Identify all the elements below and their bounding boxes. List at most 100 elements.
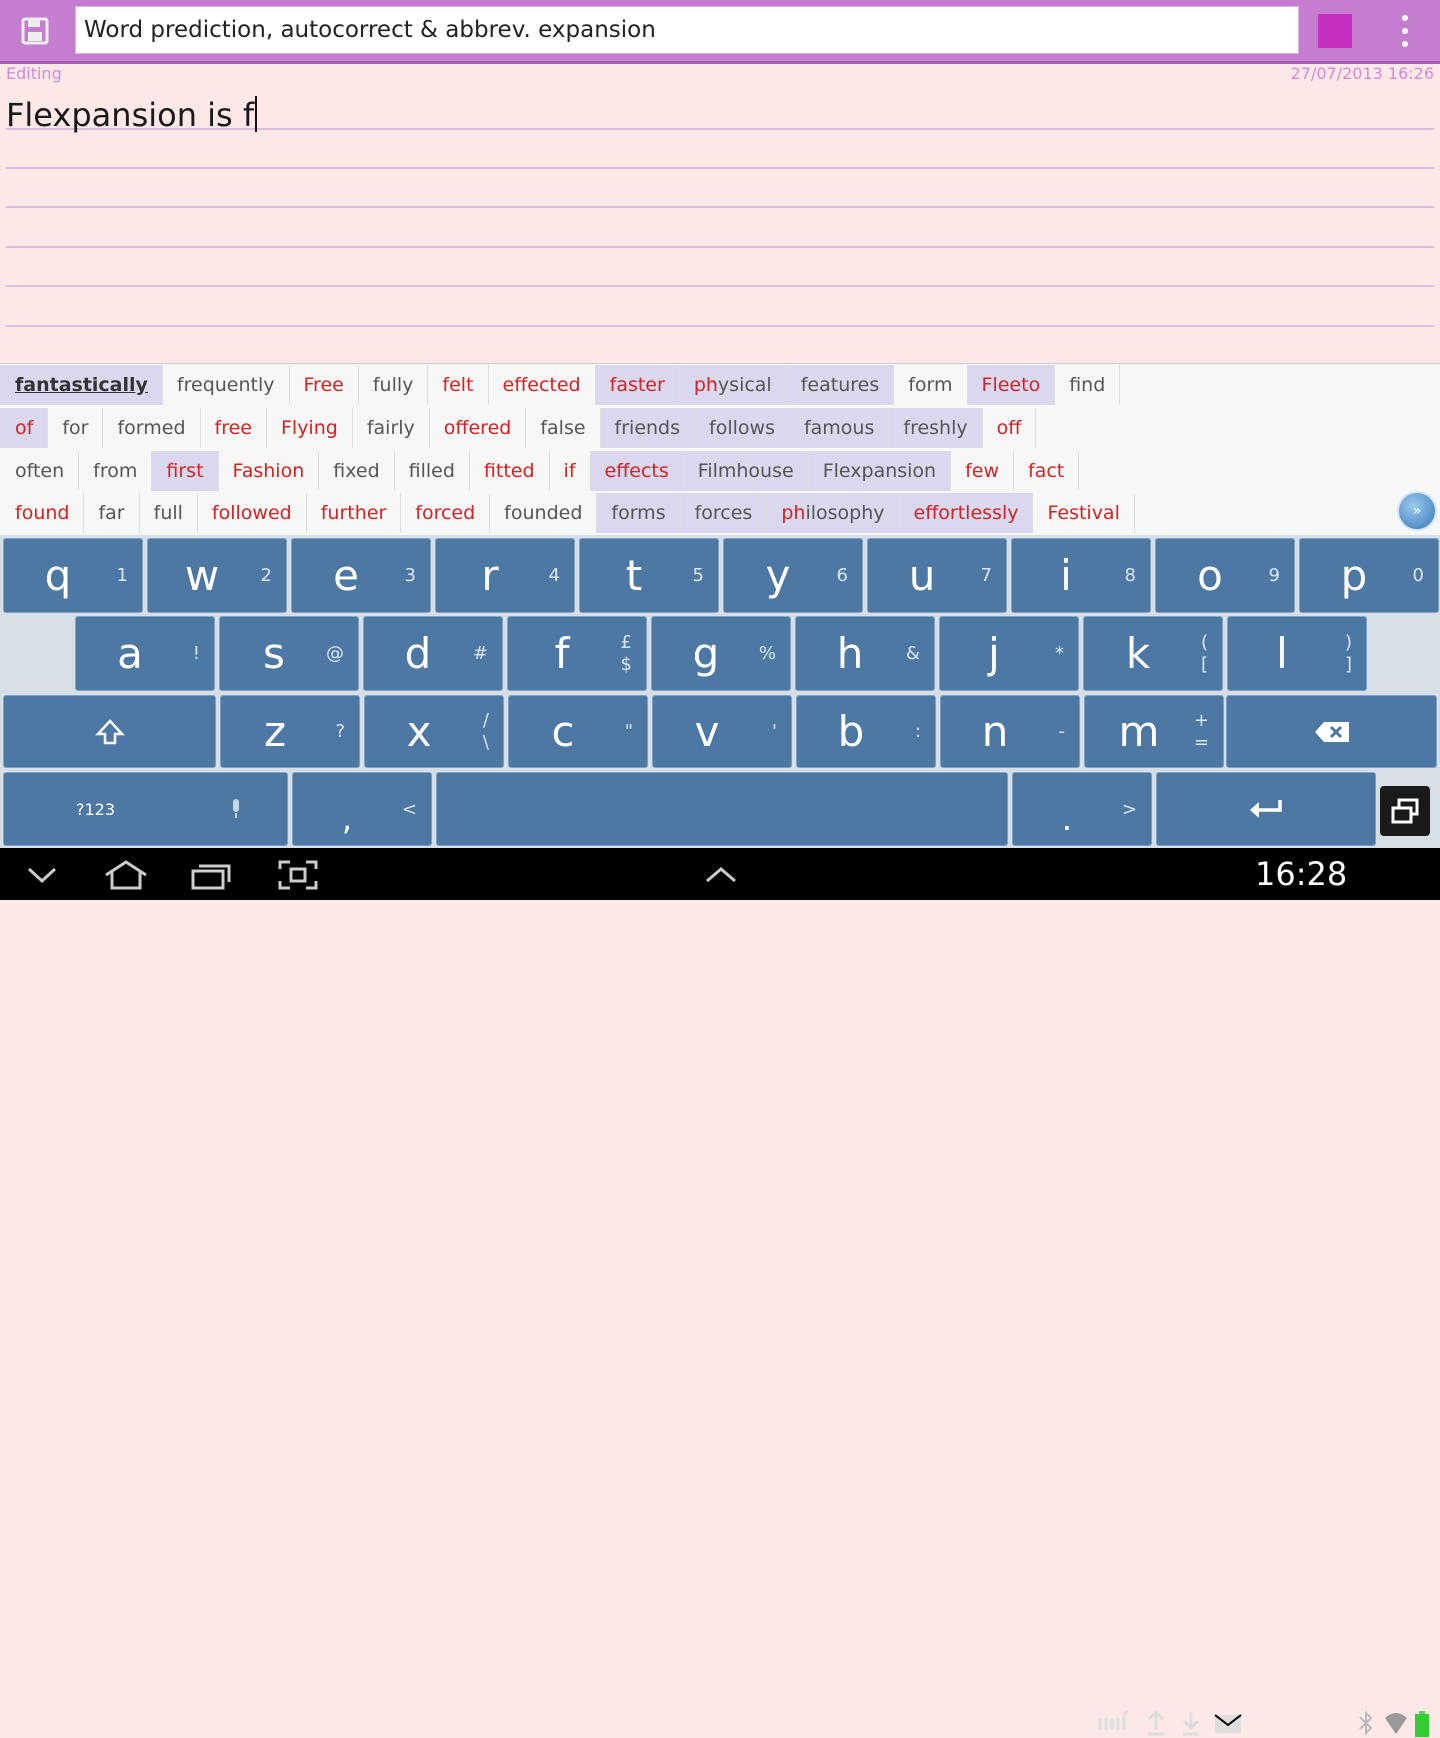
key-p[interactable]: p0 (1299, 538, 1439, 613)
suggestion-chip[interactable]: features (786, 365, 895, 405)
suggestion-chip[interactable]: formed (103, 408, 201, 448)
suggestion-chip[interactable]: Filmhouse (683, 451, 809, 491)
suggestion-chip[interactable]: faster (595, 365, 680, 405)
key-label: y (765, 551, 791, 600)
suggestion-chip[interactable]: Flying (267, 408, 353, 448)
suggestion-chip[interactable]: first (152, 451, 219, 491)
key-v[interactable]: v ' (652, 695, 792, 768)
suggestion-chip[interactable]: if (550, 451, 591, 491)
key-f[interactable]: f £ $ (507, 616, 647, 691)
suggestion-chip[interactable]: Free (290, 365, 359, 405)
save-button[interactable] (10, 8, 60, 54)
suggestions-toggle-icon[interactable]: » (1397, 491, 1437, 531)
key-a[interactable]: a! (75, 616, 215, 691)
suggestion-chip[interactable]: forms (597, 493, 681, 533)
key-m[interactable]: m + = (1084, 695, 1224, 768)
suggestion-chip[interactable]: fact (1014, 451, 1080, 491)
note-color-button[interactable] (1318, 14, 1352, 48)
shift-key[interactable] (3, 695, 216, 768)
suggestion-chip[interactable]: fixed (319, 451, 395, 491)
suggestion-chip[interactable]: Fashion (219, 451, 320, 491)
note-body-text[interactable]: Flexpansion is f (6, 95, 258, 135)
screenshot-icon[interactable] (278, 860, 318, 890)
suggestion-chip[interactable]: false (526, 408, 601, 448)
suggestion-chip[interactable]: effected (489, 365, 596, 405)
key-r[interactable]: r4 (435, 538, 575, 613)
comma-key[interactable]: , < (292, 772, 432, 846)
suggestion-chip[interactable]: fully (359, 365, 429, 405)
suggestion-chip[interactable]: off (983, 408, 1037, 448)
recent-apps-icon[interactable] (190, 862, 232, 890)
period-key[interactable]: . > (1012, 772, 1152, 846)
suggestion-chip[interactable]: forced (401, 493, 491, 533)
key-t[interactable]: t5 (579, 538, 719, 613)
key-s[interactable]: s @ (219, 616, 359, 691)
suggestion-chip[interactable]: further (307, 493, 402, 533)
note-title-input[interactable]: Word prediction, autocorrect & abbrev. e… (75, 6, 1299, 54)
suggestion-chip[interactable]: fantastically (0, 365, 163, 405)
keyboard-float-button[interactable] (1380, 786, 1430, 836)
key-e[interactable]: e3 (291, 538, 431, 613)
suggestion-chip[interactable]: follows (695, 408, 790, 448)
key-q[interactable]: q1 (3, 538, 143, 613)
symbols-key[interactable]: ?123 (3, 772, 288, 846)
key-x[interactable]: x / \ (364, 695, 504, 768)
key-z[interactable]: z? (220, 695, 360, 768)
suggestion-chip[interactable]: followed (198, 493, 307, 533)
suggestion-chip[interactable]: for (48, 408, 104, 448)
suggestion-chip[interactable]: founded (490, 493, 598, 533)
suggestion-chip[interactable]: fitted (470, 451, 550, 491)
key-i[interactable]: i8 (1011, 538, 1151, 613)
key-g[interactable]: g% (651, 616, 791, 691)
suggestion-chip[interactable]: Festival (1033, 493, 1135, 533)
suggestion-chip[interactable]: felt (428, 365, 489, 405)
suggestion-chip[interactable]: few (951, 451, 1015, 491)
key-u[interactable]: u7 (867, 538, 1007, 613)
suggestion-chip[interactable]: effortlessly (899, 493, 1034, 533)
overflow-menu-icon[interactable] (1392, 12, 1418, 50)
key-w[interactable]: w2 (147, 538, 287, 613)
suggestion-chip[interactable]: Fleeto (967, 365, 1056, 405)
app-drawer-up-icon[interactable] (704, 866, 738, 884)
note-timestamp: 27/07/2013 16:26 (1290, 64, 1434, 83)
suggestion-chip[interactable]: find (1055, 365, 1121, 405)
key-h[interactable]: h & (795, 616, 935, 691)
suggestion-chip[interactable]: physical (679, 365, 787, 405)
key-label: h (836, 629, 864, 678)
suggestion-chip[interactable]: effects (590, 451, 684, 491)
email-icon (1214, 1714, 1242, 1733)
suggestion-panel: fantastically frequently Free fully felt effe… (0, 363, 1440, 536)
key-y[interactable]: y6 (723, 538, 863, 613)
suggestion-chip[interactable]: far (84, 493, 140, 533)
space-bar[interactable] (436, 772, 1008, 846)
key-c[interactable]: c " (508, 695, 648, 768)
hide-keyboard-icon[interactable] (26, 866, 58, 884)
suggestion-chip[interactable]: freshly (889, 408, 983, 448)
key-d[interactable]: d # (363, 616, 503, 691)
suggestion-chip[interactable]: filled (395, 451, 470, 491)
key-j[interactable]: j * (939, 616, 1079, 691)
suggestion-chip[interactable]: fairly (353, 408, 430, 448)
suggestion-chip[interactable]: frequently (163, 365, 290, 405)
key-b[interactable]: b: (796, 695, 936, 768)
suggestion-chip[interactable]: full (140, 493, 198, 533)
backspace-key[interactable] (1226, 695, 1437, 768)
home-icon[interactable] (103, 860, 149, 890)
suggestion-chip[interactable]: Flexpansion (808, 451, 952, 491)
enter-key[interactable] (1156, 772, 1376, 846)
suggestion-chip[interactable]: form (894, 365, 968, 405)
suggestion-chip[interactable]: friends (600, 408, 696, 448)
suggestion-chip[interactable]: from (79, 451, 153, 491)
key-k[interactable]: k ([ (1083, 616, 1223, 691)
suggestion-chip[interactable]: found (0, 493, 85, 533)
suggestion-chip[interactable]: philosophy (767, 493, 900, 533)
key-l[interactable]: l)] (1227, 616, 1367, 691)
suggestion-chip[interactable]: forces (680, 493, 768, 533)
suggestion-chip[interactable]: famous (789, 408, 890, 448)
key-n[interactable]: n- (940, 695, 1080, 768)
suggestion-chip[interactable]: free (201, 408, 267, 448)
key-o[interactable]: o9 (1155, 538, 1295, 613)
suggestion-chip[interactable]: of (0, 408, 49, 448)
suggestion-chip[interactable]: offered (430, 408, 527, 448)
suggestion-chip[interactable]: often (0, 451, 80, 491)
